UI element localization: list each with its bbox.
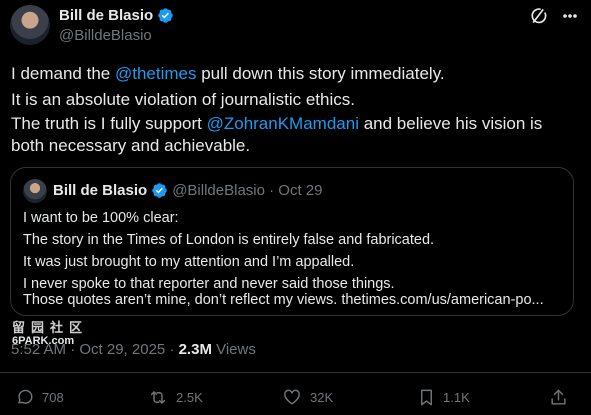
repost-button[interactable]: 2.5K — [148, 388, 203, 407]
view-count: 2.3M — [178, 341, 212, 358]
divider — [0, 372, 591, 373]
reply-button[interactable]: 708 — [15, 388, 64, 407]
bookmark-count: 1.1K — [443, 390, 470, 405]
quoted-line-3: It was just brought to my attention and … — [23, 254, 355, 270]
author-name-row[interactable]: Bill de Blasio — [59, 7, 174, 24]
tweet-text-segment: I demand the — [11, 64, 115, 83]
share-icon — [551, 389, 566, 405]
author-name[interactable]: Bill de Blasio — [59, 7, 153, 24]
like-button[interactable]: 32K — [282, 388, 333, 407]
quoted-author-row: Bill de Blasio @BilldeBlasio · Oct 29 — [53, 182, 323, 199]
mention-link-zohran[interactable]: @ZohranKMamdani — [207, 114, 359, 133]
author-avatar[interactable] — [10, 5, 50, 45]
heart-icon — [284, 389, 300, 405]
repost-icon — [150, 391, 166, 404]
share-button[interactable] — [549, 388, 568, 407]
quoted-line-5: Those quotes aren’t mine, don’t reflect … — [23, 292, 544, 308]
quoted-author-name[interactable]: Bill de Blasio — [53, 182, 147, 199]
author-handle[interactable]: @BilldeBlasio — [59, 27, 152, 44]
tweet-line-4: both necessary and achievable. — [11, 136, 251, 155]
reply-count: 708 — [42, 390, 64, 405]
more-options-icon[interactable] — [562, 6, 578, 26]
tweet-line-1: I demand the @thetimes pull down this st… — [11, 61, 445, 87]
tweet-timestamp[interactable]: 5:52 AM · Oct 29, 2025 · — [11, 341, 179, 358]
verified-badge-icon — [158, 8, 173, 23]
grok-icon[interactable] — [529, 6, 549, 26]
bookmark-icon — [421, 389, 432, 406]
mention-link-thetimes[interactable]: @thetimes — [115, 64, 197, 83]
views-label: Views — [211, 341, 256, 358]
quoted-author-avatar[interactable] — [23, 179, 47, 203]
verified-badge-icon — [152, 183, 167, 198]
reply-icon — [18, 389, 33, 404]
bookmark-button[interactable]: 1.1K — [418, 388, 470, 407]
quoted-line-1: I want to be 100% clear: — [23, 210, 179, 226]
quoted-handle-date: @BilldeBlasio · Oct 29 — [172, 182, 323, 199]
tweet-meta: 5:52 AM · Oct 29, 2025 · 2.3M Views — [11, 341, 256, 358]
tweet-line-2: It is an absolute violation of journalis… — [11, 90, 355, 109]
quoted-line-2: The story in the Times of London is enti… — [23, 232, 435, 248]
tweet-text-segment: The truth is I fully support — [11, 114, 207, 133]
watermark-cjk: 留园社区 — [12, 321, 89, 336]
tweet-text-segment: and believe his vision is — [358, 114, 543, 133]
like-count: 32K — [310, 390, 334, 405]
repost-count: 2.5K — [176, 390, 203, 405]
tweet-text-segment: pull down this story immediately. — [196, 64, 445, 83]
